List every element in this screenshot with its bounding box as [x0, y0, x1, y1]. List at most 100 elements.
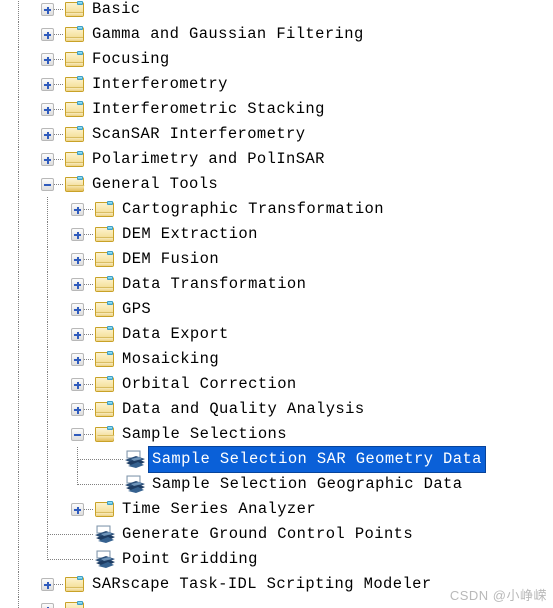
csdn-watermark: CSDN @小峥嵘	[449, 588, 547, 603]
tree-item-label[interactable]: Focusing	[92, 47, 170, 72]
tree-item-label[interactable]: Sample Selection Geographic Data	[152, 472, 462, 497]
folder-icon	[95, 201, 114, 217]
tree-row[interactable]: Sample Selection Geographic Data	[0, 472, 553, 497]
expand-icon[interactable]	[41, 128, 54, 141]
expand-icon[interactable]	[71, 278, 84, 291]
expand-icon[interactable]	[41, 603, 54, 608]
tree-guide-vertical	[18, 597, 19, 608]
tree-row[interactable]: Polarimetry and PolInSAR	[0, 147, 553, 172]
tree-item-label[interactable]: Generate Ground Control Points	[122, 522, 413, 547]
expand-icon[interactable]	[71, 353, 84, 366]
expand-icon[interactable]	[71, 203, 84, 216]
tree-row[interactable]: Sample Selections	[0, 422, 553, 447]
tree-item-label[interactable]: Polarimetry and PolInSAR	[92, 147, 325, 172]
expand-icon[interactable]	[41, 28, 54, 41]
tree-guide-vertical	[18, 197, 19, 222]
tree-item-label[interactable]: Mosaicking	[122, 347, 219, 372]
expand-icon[interactable]	[71, 303, 84, 316]
tree-guide-horizontal	[54, 9, 63, 10]
tree-item-label[interactable]: ScanSAR Interferometry	[92, 122, 305, 147]
tree-guide-horizontal	[84, 509, 93, 510]
tree-item-label[interactable]: GPS	[122, 297, 151, 322]
tree-guide-horizontal	[84, 334, 93, 335]
expand-icon[interactable]	[71, 228, 84, 241]
tree-row[interactable]: Basic	[0, 0, 553, 22]
expand-icon[interactable]	[71, 503, 84, 516]
folder-icon	[65, 101, 84, 117]
tree-item-label[interactable]: Point Gridding	[122, 547, 258, 572]
tree-guide-vertical	[18, 422, 19, 447]
tree-row[interactable]: Interferometry	[0, 72, 553, 97]
expand-icon[interactable]	[41, 103, 54, 116]
tree-item-label[interactable]: Sample Selection SAR Geometry Data	[148, 446, 486, 473]
tree-row[interactable]: DEM Extraction	[0, 222, 553, 247]
tree-item-label[interactable]: Data Export	[122, 322, 229, 347]
tree-item-label[interactable]: Sample Selections	[122, 422, 287, 447]
tree-item-label[interactable]: Basic	[92, 0, 141, 22]
tree-item-label[interactable]: Cartographic Transformation	[122, 197, 384, 222]
tree-guide-vertical	[47, 297, 48, 322]
sarscape-toolbox-tree[interactable]: Basic Gamma and Gaussian Filtering Focusin…	[0, 0, 553, 608]
tree-guide-horizontal	[54, 184, 63, 185]
expand-icon[interactable]	[71, 253, 84, 266]
tree-row[interactable]: Data Export	[0, 322, 553, 347]
tree-row[interactable]: Orbital Correction	[0, 372, 553, 397]
tree-guide-vertical	[47, 372, 48, 397]
tree-row[interactable]: Sample Selection SAR Geometry Data	[0, 446, 553, 473]
tree-row[interactable]: Generate Ground Control Points	[0, 522, 553, 547]
tree-item-label[interactable]: Interferometric Stacking	[92, 97, 325, 122]
sarscape-tool-icon	[125, 450, 145, 469]
sarscape-tool-icon	[125, 475, 145, 494]
expand-icon[interactable]	[71, 328, 84, 341]
tree-guide-vertical	[47, 322, 48, 347]
tree-item-label[interactable]: Data Transformation	[122, 272, 306, 297]
expand-icon[interactable]	[41, 78, 54, 91]
tree-item-label[interactable]: DEM Fusion	[122, 247, 219, 272]
tree-guide-vertical	[18, 122, 19, 147]
tree-row[interactable]: Gamma and Gaussian Filtering	[0, 22, 553, 47]
tree-row[interactable]: GPS	[0, 297, 553, 322]
tree-row[interactable]: Point Gridding	[0, 547, 553, 572]
tree-row[interactable]: Focusing	[0, 47, 553, 72]
tree-guide-vertical	[47, 472, 48, 497]
tree-row[interactable]: Data and Quality Analysis	[0, 397, 553, 422]
tree-item-label[interactable]: Orbital Correction	[122, 372, 297, 397]
folder-icon	[65, 76, 84, 92]
folder-icon	[95, 501, 114, 517]
tree-guide-vertical	[18, 497, 19, 522]
tree-item-label[interactable]: Gamma and Gaussian Filtering	[92, 22, 364, 47]
tree-row[interactable]: Data Transformation	[0, 272, 553, 297]
tree-row[interactable]: Cartographic Transformation	[0, 197, 553, 222]
tree-item-label[interactable]: DEM Extraction	[122, 222, 258, 247]
tree-row[interactable]: DEM Fusion	[0, 247, 553, 272]
expand-icon[interactable]	[41, 3, 54, 16]
tree-row[interactable]: Mosaicking	[0, 347, 553, 372]
sarscape-tool-icon	[95, 525, 115, 544]
expand-icon[interactable]	[71, 403, 84, 416]
collapse-icon[interactable]	[71, 428, 84, 441]
collapse-icon[interactable]	[41, 178, 54, 191]
tree-row[interactable]: Interferometric Stacking	[0, 97, 553, 122]
expand-icon[interactable]	[71, 378, 84, 391]
folder-icon	[65, 126, 84, 142]
tree-item-label[interactable]: Data and Quality Analysis	[122, 397, 365, 422]
tree-guide-horizontal	[84, 309, 93, 310]
tree-row[interactable]: General Tools	[0, 172, 553, 197]
tree-item-label[interactable]: General Tools	[92, 172, 218, 197]
tree-item-label[interactable]: Time Series Analyzer	[122, 497, 316, 522]
tree-item-label[interactable]: SARscape Task-IDL Scripting Modeler	[92, 572, 432, 597]
expand-icon[interactable]	[41, 53, 54, 66]
tree-row[interactable]: ScanSAR Interferometry	[0, 122, 553, 147]
tree-guide-vertical	[47, 197, 48, 222]
tree-item-label[interactable]: Interferometry	[92, 72, 228, 97]
tree-guide-vertical	[18, 572, 19, 597]
tree-guide-horizontal	[84, 359, 93, 360]
expand-icon[interactable]	[41, 578, 54, 591]
tree-guide-vertical	[18, 147, 19, 172]
tree-guide-vertical	[18, 547, 19, 572]
tree-row[interactable]: Time Series Analyzer	[0, 497, 553, 522]
tree-guide-horizontal	[78, 459, 124, 460]
expand-icon[interactable]	[41, 153, 54, 166]
folder-icon	[95, 276, 114, 292]
tree-guide-vertical	[47, 347, 48, 372]
